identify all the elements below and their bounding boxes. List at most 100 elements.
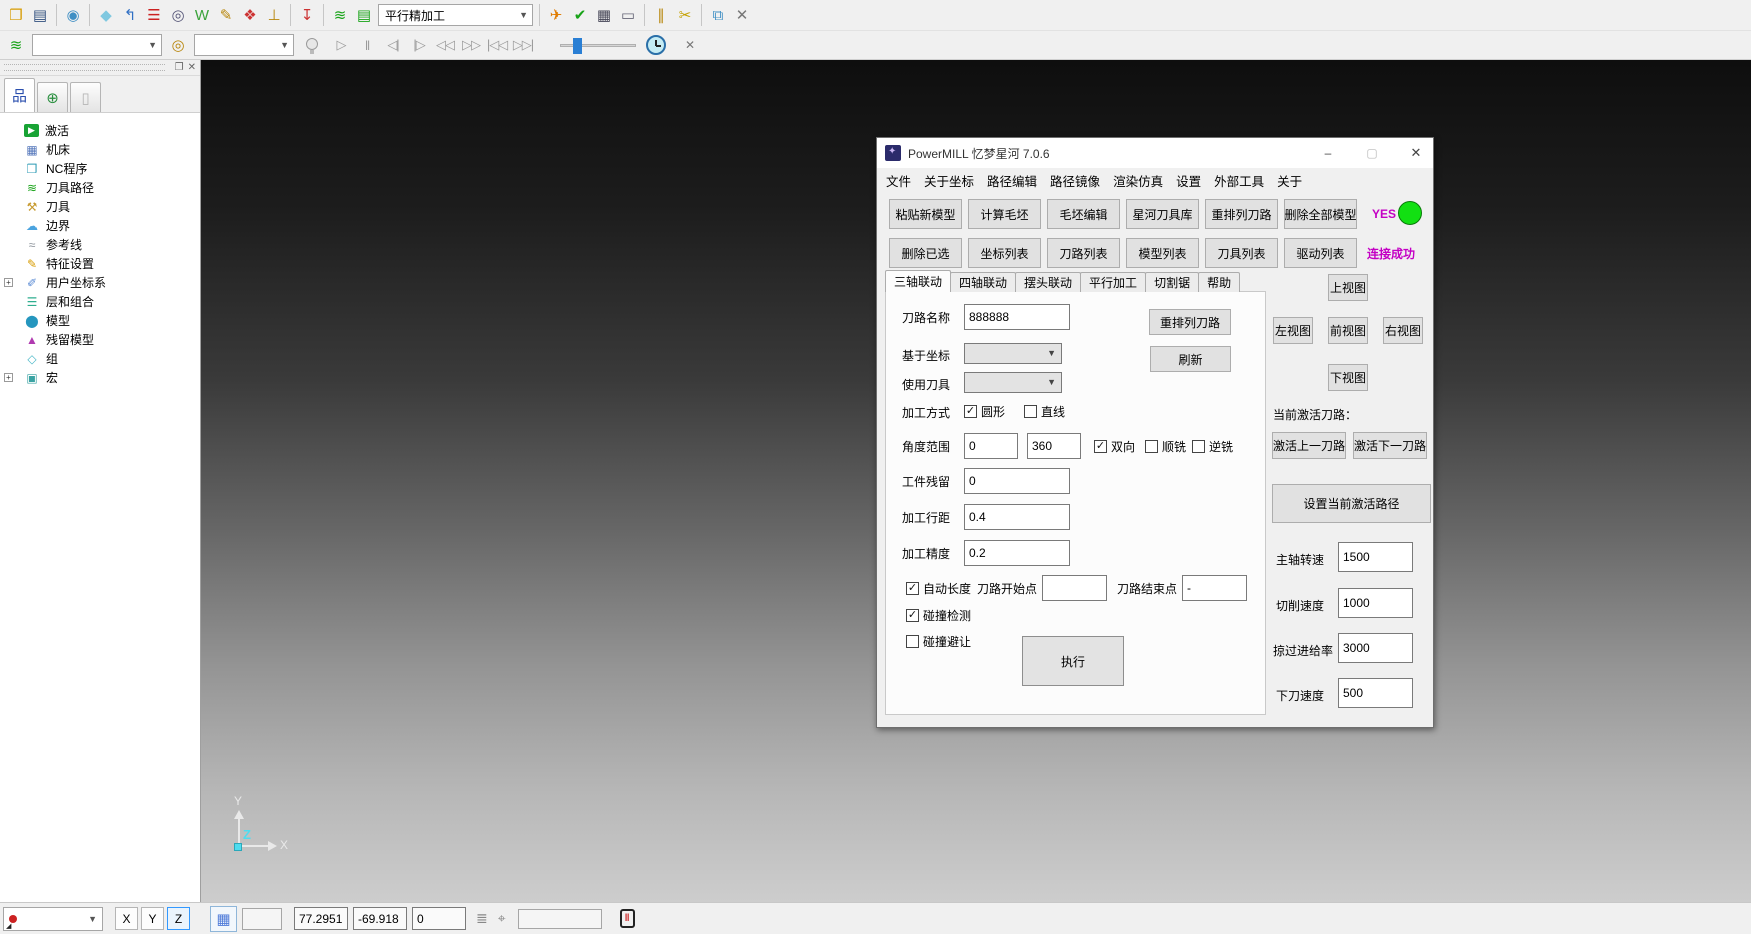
y-axis-button[interactable]: Y [141, 907, 164, 930]
tree-item-tools[interactable]: ⚒ 刀具 [0, 197, 200, 216]
step-forward-icon[interactable]: |▷ [406, 34, 432, 56]
circle-checkbox[interactable]: ✓圆形 [964, 403, 1005, 420]
tree-item-activate[interactable]: ▶ 激活 [0, 121, 200, 140]
skim-feed-input[interactable] [1338, 633, 1413, 663]
menu-item[interactable]: 设置 [1176, 171, 1201, 190]
maximize-button[interactable]: ▢ [1355, 138, 1389, 168]
bidirectional-checkbox[interactable]: ✓双向 [1094, 438, 1135, 455]
view-top-button[interactable]: 上视图 [1328, 274, 1368, 301]
dialog-tab[interactable]: 三轴联动 [885, 270, 951, 292]
tree-item-toolpaths[interactable]: ≋ 刀具路径 [0, 178, 200, 197]
dialog-button[interactable]: 毛坯编辑 [1047, 199, 1120, 229]
collision-avoid-checkbox[interactable]: 碰撞避让 [906, 633, 971, 650]
checkbox-unchecked[interactable] [1145, 440, 1158, 453]
dialog-button[interactable]: 星河刀具库 [1126, 199, 1199, 229]
dialog-button[interactable]: 坐标列表 [968, 238, 1041, 268]
pause-icon[interactable]: ‖ [354, 34, 380, 56]
recycle-bin-tab[interactable]: ▯ [70, 82, 101, 112]
pattern-pencil-icon[interactable]: ✎ [214, 3, 238, 27]
dialog-button[interactable]: 重排列刀路 [1205, 199, 1278, 229]
based-coord-dropdown[interactable]: ▼ [964, 343, 1062, 364]
rapid-move-icon[interactable]: ↰ [118, 3, 142, 27]
dialog-button[interactable]: 删除已选 [889, 238, 962, 268]
save-icon[interactable]: ▤ [28, 3, 52, 27]
strategy-dropdown[interactable]: 平行精加工 ▼ [378, 4, 533, 26]
x-axis-button[interactable]: X [115, 907, 138, 930]
shading-lamp-icon[interactable] [306, 38, 318, 50]
ball-tool-icon[interactable]: ◎ [166, 3, 190, 27]
tree-item-boundaries[interactable]: ☁ 边界 [0, 216, 200, 235]
collision-check-checkbox[interactable]: ✓碰撞检测 [906, 607, 971, 624]
play-icon[interactable]: ▷ [328, 34, 354, 56]
close-toolbar-icon[interactable]: ✕ [680, 38, 700, 52]
tool-search-icon[interactable]: ◎ [166, 33, 190, 57]
sim-tool-dropdown[interactable]: ▼ [194, 34, 294, 56]
line-checkbox[interactable]: 直线 [1024, 403, 1065, 420]
grid-size-field[interactable] [242, 908, 282, 930]
refresh-button[interactable]: 刷新 [1150, 346, 1231, 372]
angle-from-input[interactable] [964, 433, 1018, 459]
go-to-end-icon[interactable]: ▷▷| [510, 34, 536, 56]
checkbox-unchecked[interactable] [1192, 440, 1205, 453]
tree-item-groups[interactable]: ◇ 组 [0, 349, 200, 368]
simulation-speed-slider[interactable] [560, 44, 636, 47]
cut-model-icon[interactable]: ✂ [673, 3, 697, 27]
dialog-tab[interactable]: 平行加工 [1080, 272, 1146, 292]
conventional-mill-checkbox[interactable]: 逆铣 [1192, 438, 1233, 455]
spindle-speed-input[interactable] [1338, 542, 1413, 572]
view-left-button[interactable]: 左视图 [1273, 317, 1313, 344]
open-file-icon[interactable]: ❒ [4, 3, 28, 27]
checkbox-checked[interactable]: ✓ [1094, 440, 1107, 453]
explorer-tree-tab[interactable]: 品 [4, 78, 35, 112]
compare-models-icon[interactable]: ⧉ [706, 3, 730, 27]
toolpath-spring-icon[interactable]: ≋ [328, 3, 352, 27]
verify-tool-icon[interactable]: ✔ [568, 3, 592, 27]
view-right-button[interactable]: 右视图 [1383, 317, 1423, 344]
dialog-button[interactable]: 删除全部模型 [1284, 199, 1357, 229]
restore-panel-icon[interactable]: ❐ [175, 62, 184, 73]
menu-item[interactable]: 关于 [1277, 171, 1302, 190]
expander-plus-icon[interactable]: + [4, 373, 13, 382]
checkbox-unchecked[interactable] [906, 635, 919, 648]
view-front-button[interactable]: 前视图 [1328, 317, 1368, 344]
go-to-start-icon[interactable]: |◁◁ [484, 34, 510, 56]
dialog-tab[interactable]: 四轴联动 [950, 272, 1016, 292]
toolpath-end-input[interactable] [1182, 575, 1247, 601]
tool-drill-icon[interactable]: ↧ [295, 3, 319, 27]
clock-icon[interactable] [646, 35, 666, 55]
tree-item-nc-programs[interactable]: ❒ NC程序 [0, 159, 200, 178]
strategy-list-icon[interactable]: ▤ [352, 3, 376, 27]
print-preview-icon[interactable]: ◉ [61, 3, 85, 27]
climb-mill-checkbox[interactable]: 顺铣 [1145, 438, 1186, 455]
xyz-list-icon[interactable]: ≣ [476, 910, 488, 927]
workplane-dropdown[interactable]: ◢ ▼ [3, 907, 103, 931]
sidebar-grip[interactable]: ❐ ✕ [0, 60, 200, 76]
checkbox-checked[interactable]: ✓ [906, 582, 919, 595]
globe-tab[interactable]: ⊕ [37, 82, 68, 112]
view-bottom-button[interactable]: 下视图 [1328, 364, 1368, 391]
dialog-tab[interactable]: 摆头联动 [1015, 272, 1081, 292]
stepover-input[interactable] [964, 504, 1070, 530]
z-axis-button[interactable]: Z [167, 907, 190, 930]
activate-next-toolpath-button[interactable]: 激活下一刀路 [1353, 432, 1427, 459]
expander-plus-icon[interactable]: + [4, 278, 13, 287]
auto-length-checkbox[interactable]: ✓自动长度 [906, 580, 971, 597]
measure-icon[interactable]: ▭ [616, 3, 640, 27]
step-back-icon[interactable]: ◁| [380, 34, 406, 56]
calculator-icon[interactable]: ▦ [592, 3, 616, 27]
leads-bird-icon[interactable]: ✈ [544, 3, 568, 27]
minimize-button[interactable]: – [1311, 138, 1345, 168]
dialog-titlebar[interactable]: PowerMILL 忆梦星河 7.0.6 [877, 138, 1433, 168]
menu-item[interactable]: 路径编辑 [987, 171, 1037, 190]
checkbox-checked[interactable]: ✓ [906, 609, 919, 622]
checkbox-unchecked[interactable] [1024, 405, 1037, 418]
menu-item[interactable]: 外部工具 [1214, 171, 1264, 190]
pause-device-icon[interactable]: ‖ [620, 909, 635, 928]
set-active-path-button[interactable]: 设置当前激活路径 [1272, 484, 1431, 523]
tree-item-patterns[interactable]: ≈ 参考线 [0, 235, 200, 254]
tree-item-models[interactable]: ⬤ 模型 [0, 311, 200, 330]
sim-toolpath-dropdown[interactable]: ▼ [32, 34, 162, 56]
use-tool-dropdown[interactable]: ▼ [964, 372, 1062, 393]
toolpath-name-input[interactable] [964, 304, 1070, 330]
probe-position-icon[interactable]: ⌖ [498, 910, 506, 927]
